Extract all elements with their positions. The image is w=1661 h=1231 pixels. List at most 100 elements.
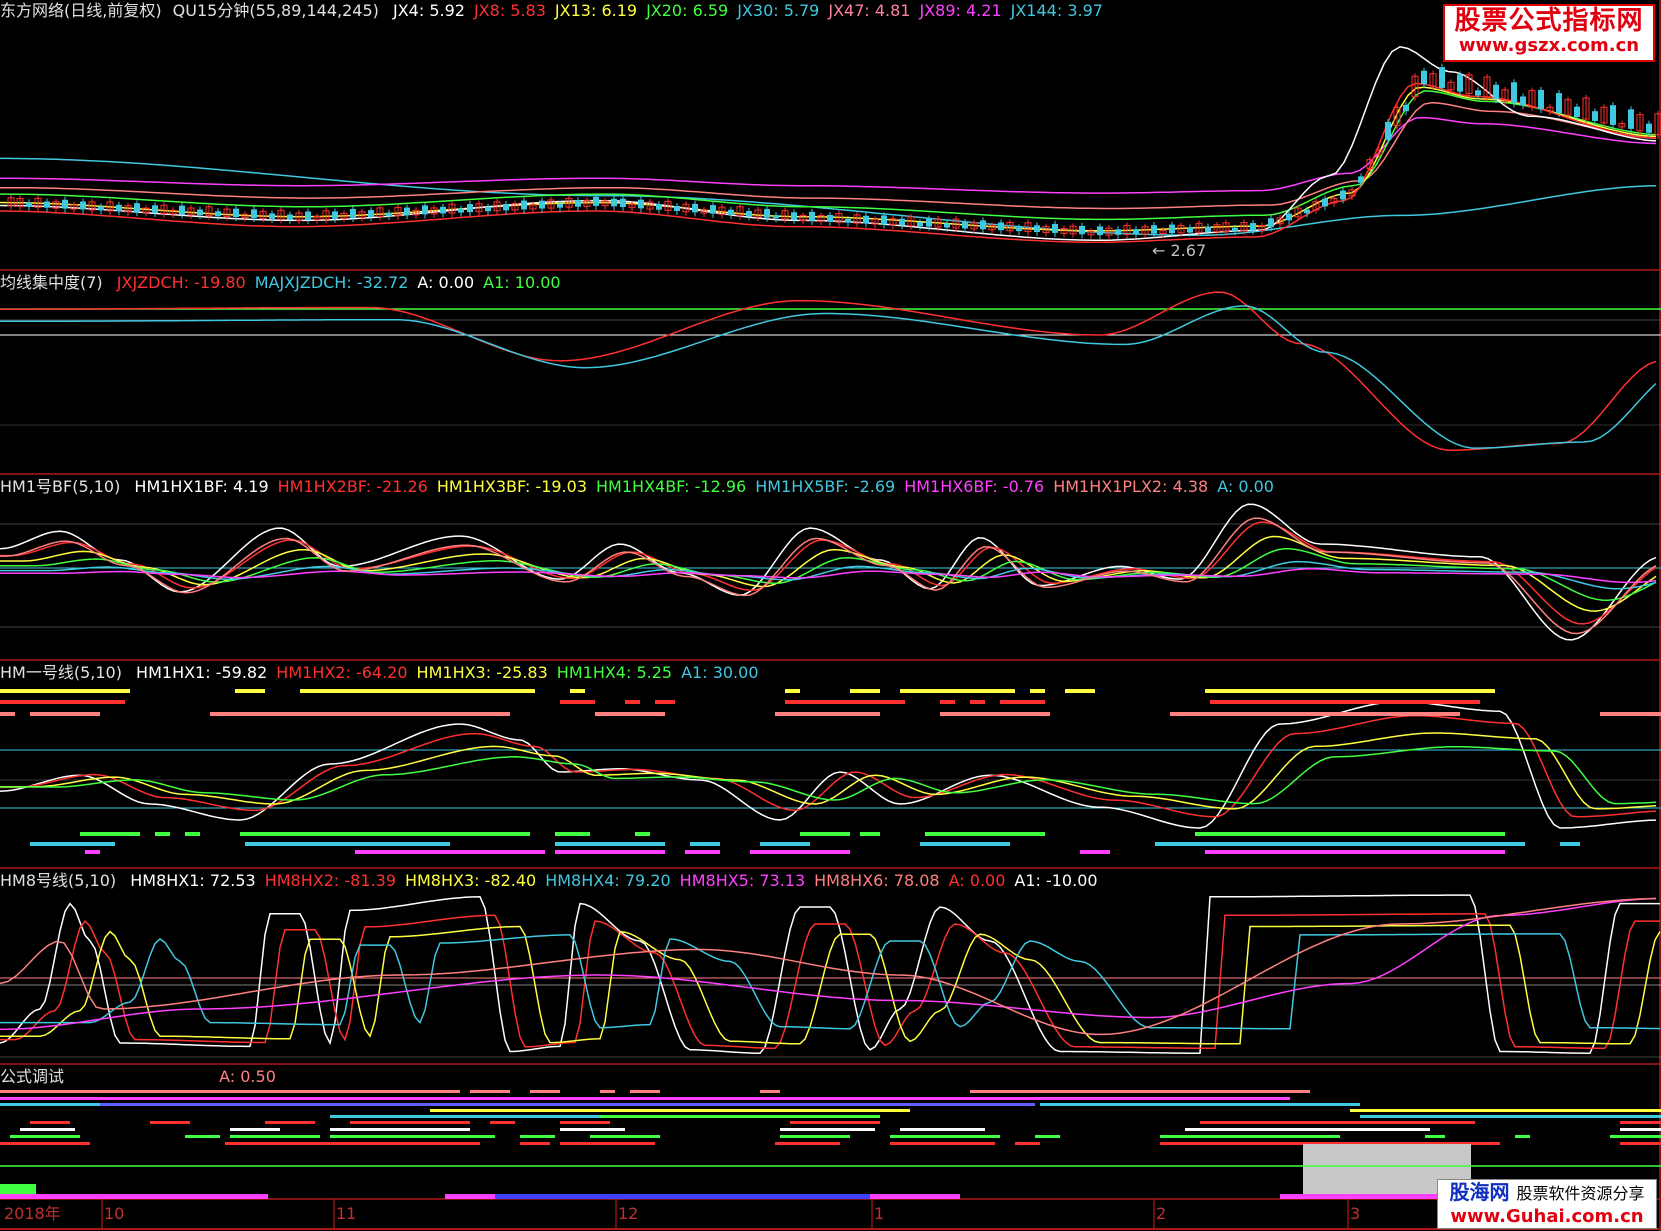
candle-down (26, 202, 32, 207)
indicator-value: HM1HX1BF: 4.19 (134, 477, 269, 496)
signal-bar (785, 700, 905, 704)
panel1-values: JX4: 5.92 JX8: 5.83 JX13: 6.19 JX20: 6.59 JX… (393, 1, 1112, 20)
candle-down (980, 220, 986, 230)
indicator-value: JX144: 3.97 (1010, 1, 1103, 20)
debug-signal-bar (780, 1135, 850, 1138)
candle-down (1034, 225, 1040, 233)
candle-down (998, 222, 1004, 231)
debug-signal-bar (900, 1128, 985, 1131)
debug-signal-bar (20, 1128, 75, 1131)
signal-bar (235, 689, 265, 693)
candle-down (746, 210, 752, 217)
debug-signal-bar (1040, 1103, 1360, 1106)
debug-signal-bar (30, 1121, 70, 1124)
signal-bar (900, 689, 1015, 693)
indicator-value: HM8HX6: 78.08 (814, 871, 940, 890)
candle-down (611, 198, 617, 207)
debug-signal-bar (1425, 1135, 1445, 1138)
candle-down (1574, 106, 1580, 118)
signal-bar (1065, 689, 1095, 693)
debug-signal-bar (560, 1142, 655, 1145)
indicator-value: A1: 30.00 (681, 663, 759, 682)
candle-down (620, 198, 626, 208)
candle-down (1340, 190, 1346, 200)
ma4-line (0, 46, 1657, 241)
hm8hx6-line (0, 897, 1657, 1036)
signal-bar (30, 712, 100, 716)
candle-down (1151, 225, 1157, 234)
panel2-title: 均线集中度(7) (0, 273, 103, 292)
watermark-slogan: 股票软件资源分享 (1516, 1184, 1645, 1203)
hm8hx3-line (0, 924, 1661, 1045)
candle-down (899, 218, 905, 226)
candle-down (881, 215, 887, 225)
signal-bar (800, 832, 850, 836)
debug-signal-bar (560, 1128, 625, 1131)
indicator-value: HM1HX2: -64.20 (276, 663, 408, 682)
candle-down (1169, 224, 1175, 234)
debug-signal-bar (490, 1121, 515, 1124)
debug-signal-bar (495, 1194, 870, 1199)
candle-down (1385, 121, 1391, 140)
candle-down (368, 210, 374, 218)
xaxis-label-nov: 11 (336, 1204, 357, 1223)
debug-signal-bar (1350, 1109, 1661, 1112)
debug-signal-bar (790, 1121, 880, 1124)
signal-bar (570, 689, 585, 693)
signal-bar (555, 850, 665, 854)
candle-down (575, 200, 581, 207)
signal-bar (80, 832, 140, 836)
hm8hx4-line (0, 933, 1661, 1030)
candle-down (809, 211, 815, 221)
candle-down (827, 214, 833, 222)
signal-bar (555, 842, 665, 846)
indicator-value: A1: 10.00 (483, 273, 561, 292)
candle-down (1628, 109, 1634, 129)
signal-bar (760, 842, 810, 846)
candle-down (1538, 89, 1544, 110)
debug-signal-bar (760, 1090, 780, 1093)
signal-bar (925, 832, 1045, 836)
candle-down (1304, 209, 1310, 214)
debug-signal-bar (100, 1103, 1035, 1106)
indicator-value: HM8HX2: -81.39 (264, 871, 396, 890)
panel6-title: 公式调试 (0, 1067, 65, 1086)
xaxis-label-mar: 3 (1350, 1204, 1361, 1223)
panel4-title: HM一号线(5,10) (0, 663, 122, 682)
debug-signal-bar (530, 1090, 560, 1093)
candle-down (179, 205, 185, 215)
candle-down (1556, 93, 1562, 114)
panel3-title: HM1号BF(5,10) (0, 477, 121, 496)
candle-down (1205, 226, 1211, 233)
candle-down (962, 222, 968, 229)
candle-down (638, 199, 644, 209)
indicator-value: HM1HX4BF: -12.96 (596, 477, 747, 496)
hm1hx4-line (0, 745, 1657, 805)
candle-down (1133, 229, 1139, 235)
candle-down (134, 203, 140, 213)
candle-down (350, 208, 356, 218)
debug-signal-bar (1360, 1115, 1661, 1118)
signal-bar (355, 850, 545, 854)
ma89-line (0, 116, 1657, 194)
chart-canvas[interactable] (0, 0, 1661, 1231)
candle-down (422, 205, 428, 215)
debug-signal-bar (330, 1115, 600, 1118)
candle-down (332, 211, 338, 219)
debug-signal-bar (470, 1097, 1290, 1100)
indicator-name: QU15分钟(55,89,144,245) (172, 1, 379, 20)
debug-signal-bar (970, 1090, 1310, 1093)
signal-bar (685, 850, 720, 854)
debug-signal-bar (0, 1097, 470, 1100)
debug-signal-bar (890, 1135, 1000, 1138)
debug-signal-bar (1280, 1194, 1440, 1199)
candle-down (1511, 82, 1517, 104)
panel6-header: 公式调试 A: 0.50 (0, 1066, 294, 1088)
candle-down (1187, 227, 1193, 233)
signal-bar (1205, 850, 1505, 854)
indicator-value: HM1HX4: 5.25 (556, 663, 673, 682)
xaxis-label-jan: 1 (874, 1204, 885, 1223)
signal-bar (940, 712, 1050, 716)
candle-down (215, 211, 221, 217)
signal-bar (240, 832, 530, 836)
